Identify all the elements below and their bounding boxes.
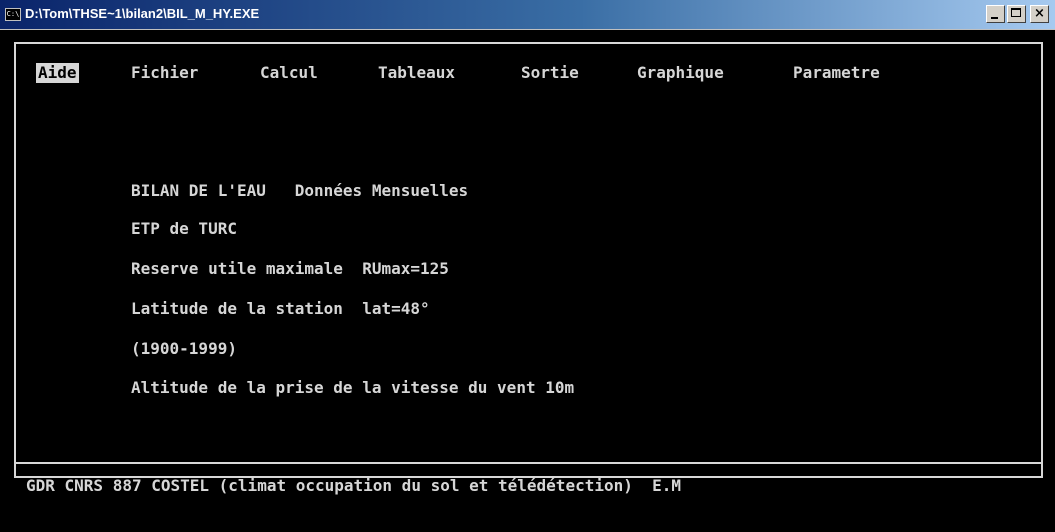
info-line-period: (1900-1999): [131, 339, 237, 358]
console-window: C:\ D:\Tom\THSE~1\bilan2\BIL_M_HY.EXE × …: [0, 0, 1055, 532]
minimize-icon: [991, 17, 998, 19]
close-button[interactable]: ×: [1030, 5, 1049, 23]
close-icon: ×: [1034, 6, 1045, 21]
info-line-altitude: Altitude de la prise de la vitesse du ve…: [131, 378, 575, 397]
program-heading: BILAN DE L'EAU Données Mensuelles: [131, 181, 469, 200]
menu-item-graphique[interactable]: Graphique: [637, 63, 724, 83]
minimize-button[interactable]: [986, 5, 1005, 23]
info-line-latitude: Latitude de la station lat=48°: [131, 299, 430, 318]
menu-item-aide[interactable]: Aide: [36, 63, 79, 83]
window-title: D:\Tom\THSE~1\bilan2\BIL_M_HY.EXE: [25, 6, 260, 21]
status-divider: [14, 462, 1043, 464]
menu-item-fichier[interactable]: Fichier: [131, 63, 198, 83]
info-line-etp: ETP de TURC: [131, 219, 237, 238]
status-line: GDR CNRS 887 COSTEL (climat occupation d…: [26, 476, 682, 495]
window-controls: ×: [986, 5, 1049, 25]
console-icon[interactable]: C:\: [5, 8, 21, 21]
info-line-rumax: Reserve utile maximale RUmax=125: [131, 259, 449, 278]
maximize-button[interactable]: [1007, 5, 1026, 23]
menu-item-tableaux[interactable]: Tableaux: [378, 63, 455, 83]
maximize-icon: [1011, 8, 1021, 17]
console-area: Aide Fichier Calcul Tableaux Sortie Grap…: [0, 30, 1055, 532]
menu-item-parametre[interactable]: Parametre: [793, 63, 880, 83]
menu-item-sortie[interactable]: Sortie: [521, 63, 579, 83]
menu-item-calcul[interactable]: Calcul: [260, 63, 318, 83]
title-bar[interactable]: C:\ D:\Tom\THSE~1\bilan2\BIL_M_HY.EXE ×: [0, 0, 1055, 30]
